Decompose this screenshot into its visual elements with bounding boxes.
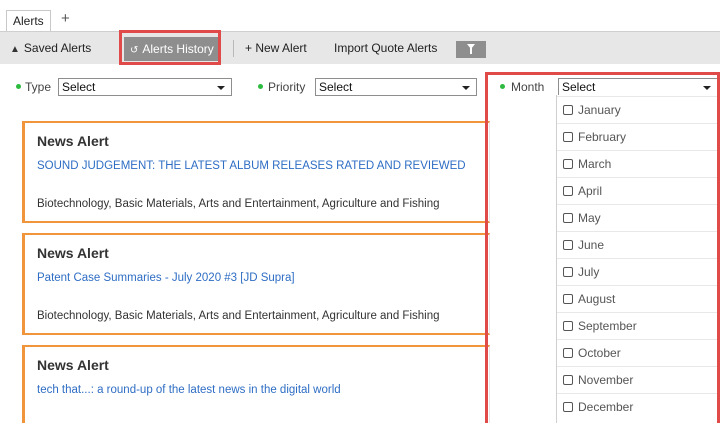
add-tab-button[interactable]: + [61, 9, 70, 29]
alert-title: News Alert [37, 133, 109, 149]
priority-label: Priority [268, 80, 306, 94]
alert-card[interactable]: News Alert SOUND JUDGEMENT: THE LATEST A… [22, 121, 490, 223]
alert-headline-link[interactable]: SOUND JUDGEMENT: THE LATEST ALBUM RELEAS… [37, 160, 466, 172]
month-filter-highlight [485, 72, 720, 423]
filter-icon-stem [470, 48, 472, 54]
alert-tags: Biotechnology, Basic Materials, Arts and… [37, 198, 440, 210]
alert-card[interactable]: News Alert Patent Case Summaries - July … [22, 233, 490, 335]
alert-card[interactable]: News Alert tech that...: a round-up of t… [22, 345, 490, 423]
alert-tags: Biotechnology, Basic Materials, Arts and… [37, 310, 440, 322]
toolbar-divider [233, 40, 234, 57]
toolbar: ▲ Saved Alerts ↺ Alerts History + New Aler… [0, 31, 720, 64]
filter-button[interactable] [456, 41, 486, 58]
type-label: Type [25, 80, 52, 94]
chevron-down-icon [217, 86, 225, 90]
priority-status-dot [258, 84, 263, 89]
alert-headline-link[interactable]: Patent Case Summaries - July 2020 #3 [JD… [37, 272, 295, 284]
alert-headline-link[interactable]: tech that...: a round-up of the latest n… [37, 384, 341, 396]
alerts-history-highlight [119, 30, 221, 65]
type-select-value: Select [62, 80, 96, 94]
bell-icon: ▲ [10, 44, 20, 55]
tab-bar: Alerts + [0, 0, 720, 31]
type-status-dot [16, 84, 21, 89]
alert-title: News Alert [37, 245, 109, 261]
type-select[interactable]: Select [58, 78, 232, 96]
saved-alerts-button[interactable]: ▲ Saved Alerts [10, 32, 91, 65]
alert-title: News Alert [37, 357, 109, 373]
chevron-down-icon [462, 86, 470, 90]
tab-alerts[interactable]: Alerts [6, 10, 51, 31]
saved-alerts-label: Saved Alerts [23, 41, 92, 55]
new-alert-button[interactable]: + New Alert [245, 32, 307, 65]
import-quote-alerts-button[interactable]: Import Quote Alerts [334, 32, 437, 65]
priority-select-value: Select [319, 80, 353, 94]
priority-select[interactable]: Select [315, 78, 477, 96]
